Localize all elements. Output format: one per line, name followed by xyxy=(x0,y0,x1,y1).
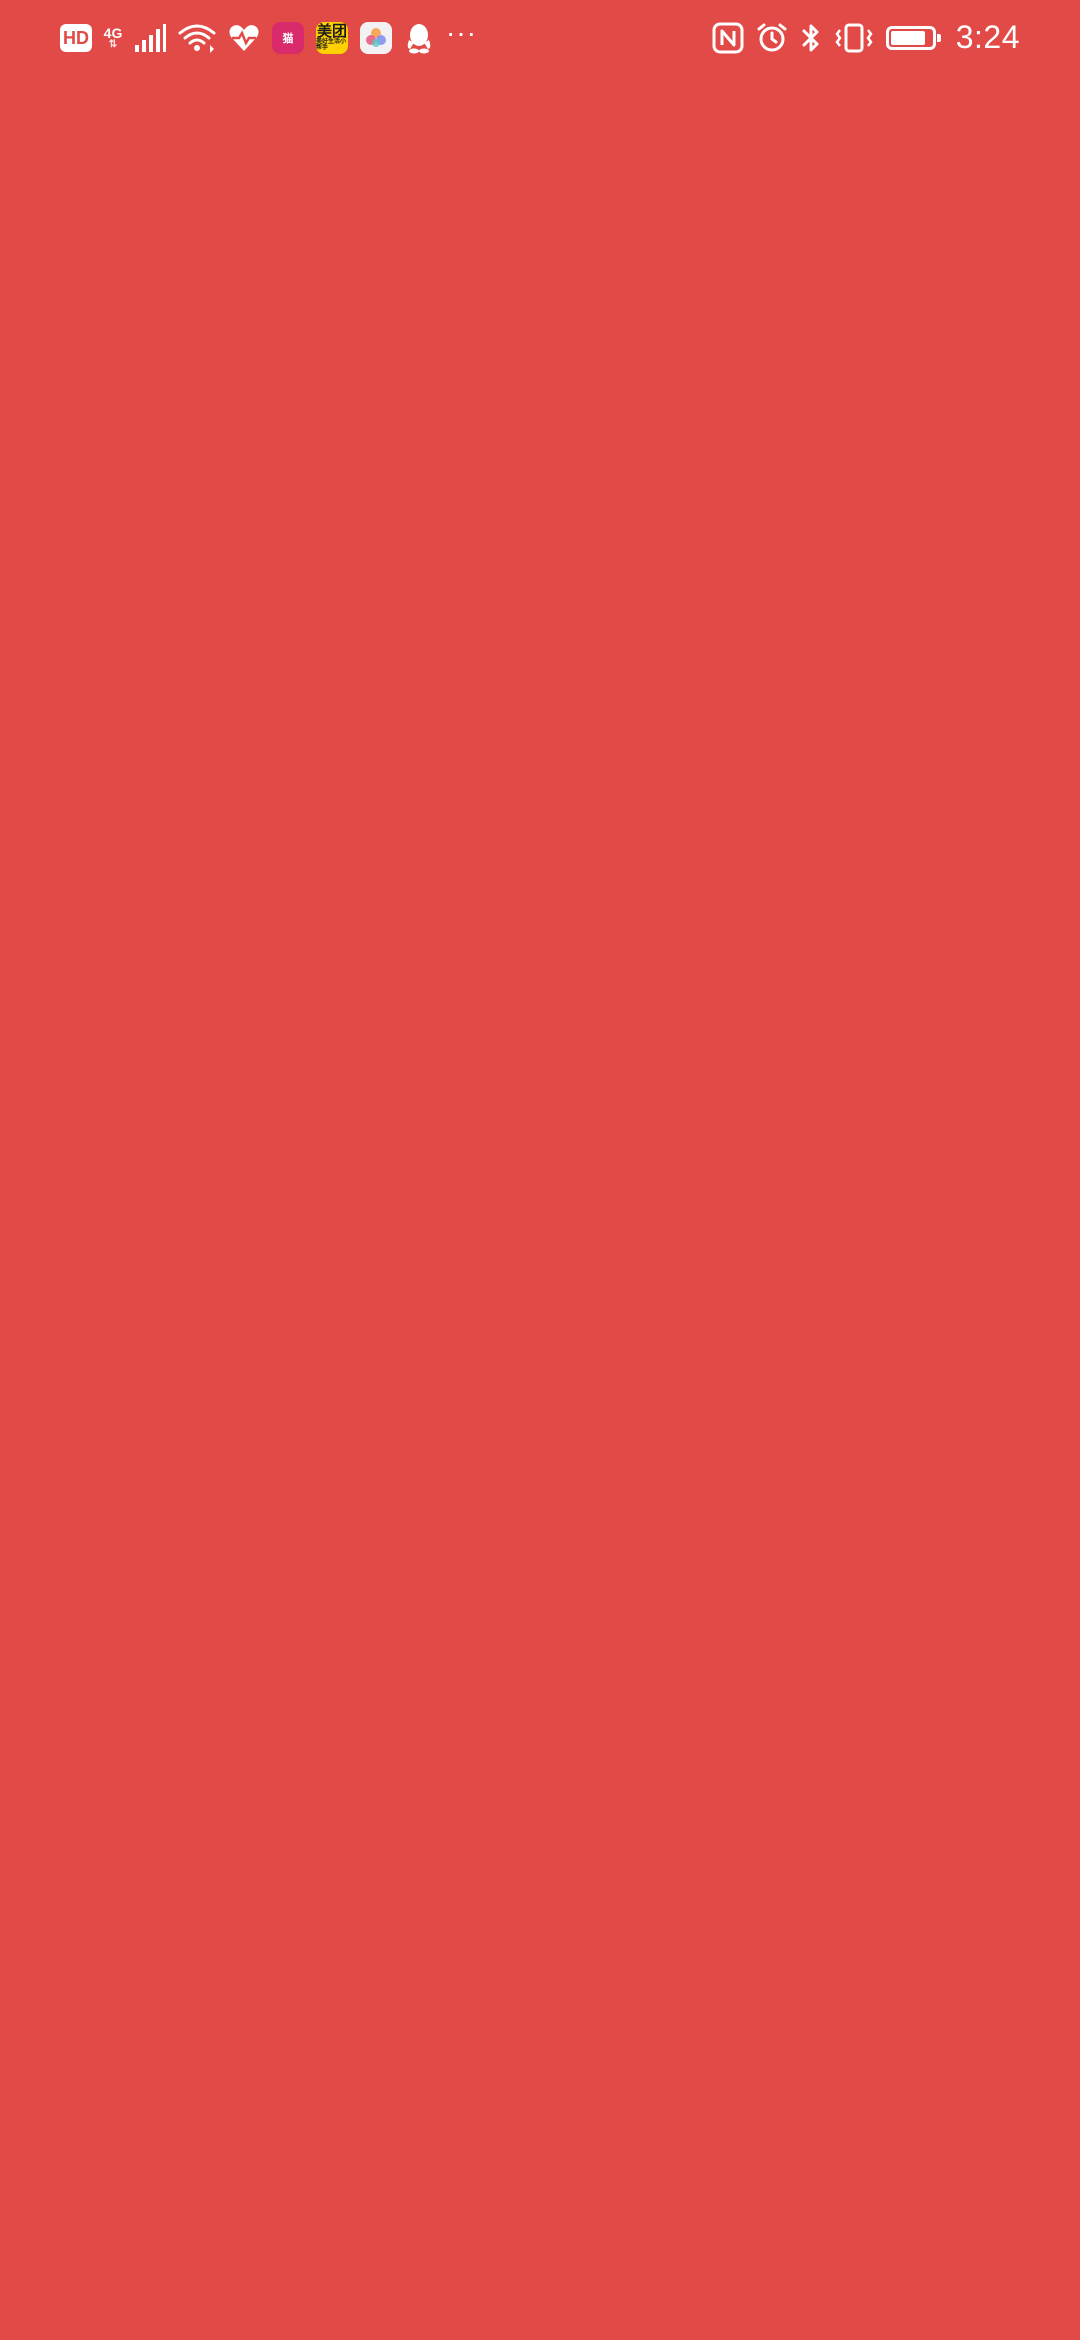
status-bar-right: 3:24 xyxy=(700,19,1020,56)
battery-level-fill xyxy=(890,30,925,45)
status-bar-left: HD 4G ⇅ 猫 美团 美好生活小帮手 ··· xyxy=(60,16,489,54)
meituan-app-icon: 美团 美好生活小帮手 xyxy=(316,21,348,54)
meituan-app-sublabel: 美好生活小帮手 xyxy=(316,39,347,51)
health-app-icon xyxy=(228,23,260,53)
status-bar: HD 4G ⇅ 猫 美团 美好生活小帮手 ··· 3:24 xyxy=(0,0,1080,75)
network-activity-label: ⇅ xyxy=(108,38,118,50)
splash-screen: HD 4G ⇅ 猫 美团 美好生活小帮手 ··· 3:24 xyxy=(0,0,1080,2340)
battery-icon xyxy=(885,25,941,50)
vibrate-icon xyxy=(834,22,874,54)
status-bar-time: 3:24 xyxy=(955,19,1020,55)
network-type-indicator: 4G ⇅ xyxy=(103,24,123,50)
tmall-app-icon: 猫 xyxy=(272,21,304,54)
bluetooth-icon xyxy=(800,22,822,54)
wifi-icon xyxy=(178,23,216,53)
network-type-label: 4G xyxy=(103,24,123,41)
hd-voice-icon: HD xyxy=(60,23,92,52)
alarm-icon xyxy=(756,22,788,54)
qq-app-icon xyxy=(404,22,434,54)
tmall-app-label: 猫 xyxy=(282,32,294,45)
cell-signal-icon xyxy=(134,23,166,53)
gallery-app-icon xyxy=(360,21,392,54)
more-notifications-icon: ··· xyxy=(446,16,477,48)
nfc-icon xyxy=(712,22,744,54)
meituan-app-label: 美团 xyxy=(316,23,347,40)
